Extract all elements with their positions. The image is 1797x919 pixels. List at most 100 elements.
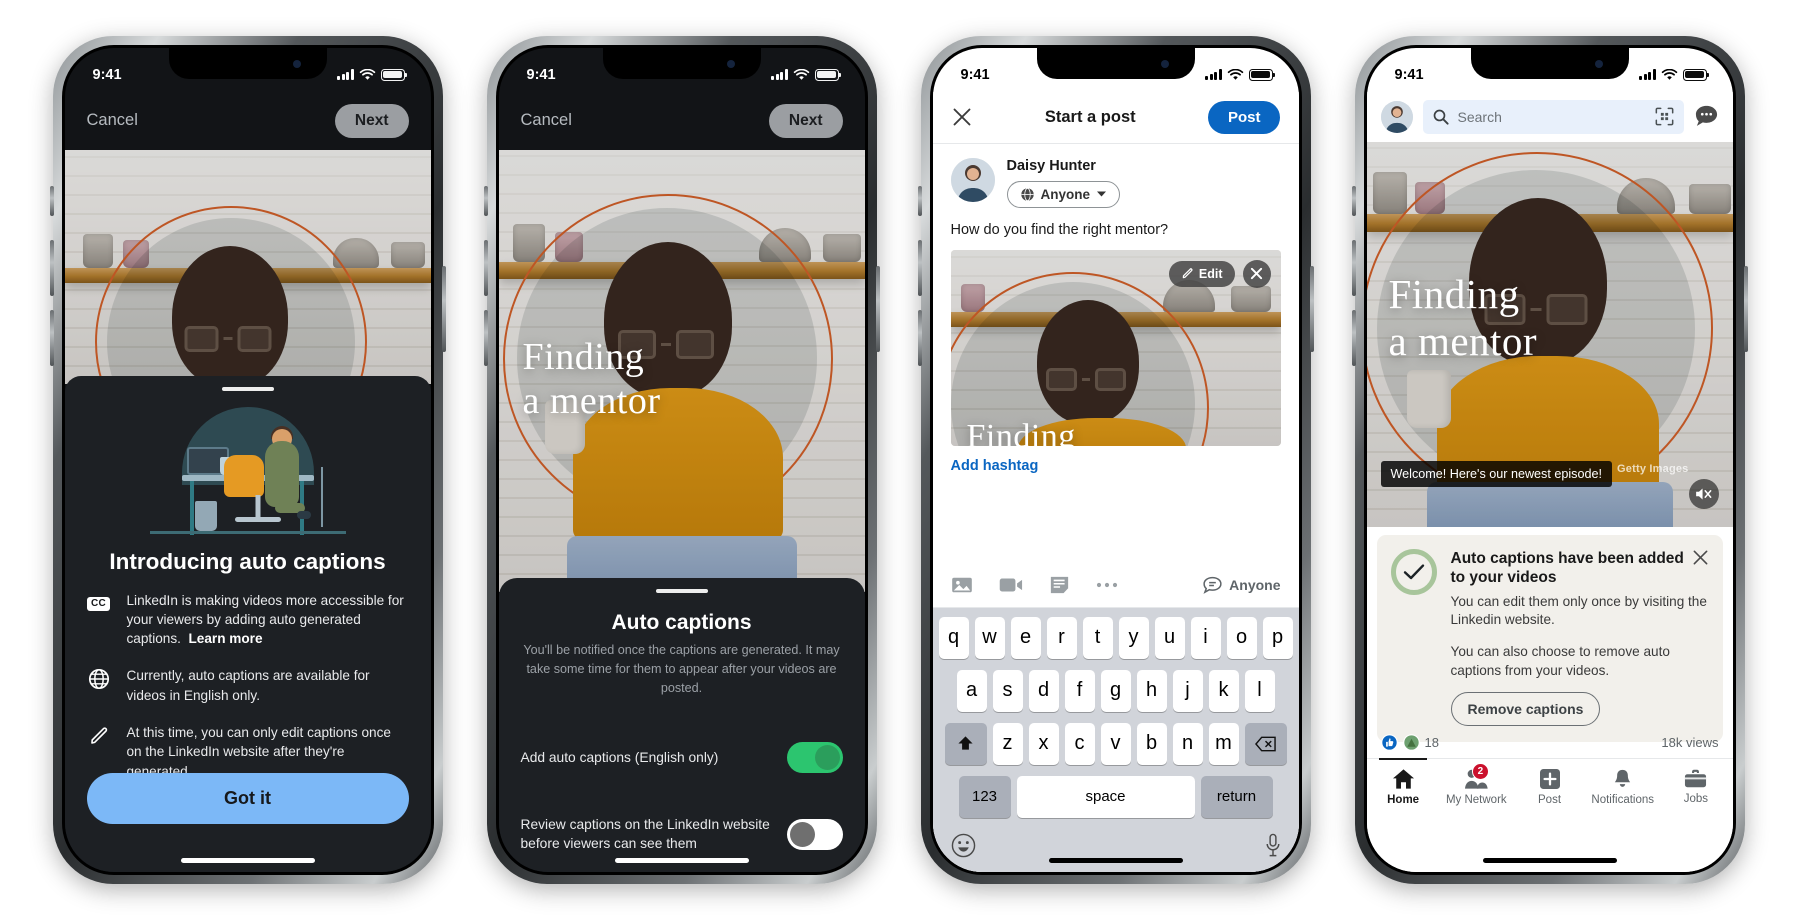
mute-button[interactable]: [1688, 478, 1719, 509]
close-x-icon[interactable]: [951, 106, 973, 128]
got-it-button[interactable]: Got it: [86, 772, 409, 824]
qr-scan-icon[interactable]: [1655, 107, 1674, 126]
mute-switch[interactable]: [917, 185, 922, 216]
search-input[interactable]: Search: [1422, 99, 1684, 134]
next-button[interactable]: Next: [768, 103, 843, 138]
key-z[interactable]: z: [992, 722, 1023, 765]
power-button[interactable]: [875, 265, 880, 352]
toolbar-audience-selector[interactable]: Anyone: [1203, 576, 1281, 594]
setting-row-review-captions[interactable]: Review captions on the LinkedIn website …: [521, 815, 843, 854]
home-indicator[interactable]: [1482, 857, 1617, 863]
key-b[interactable]: b: [1136, 722, 1167, 765]
numbers-key[interactable]: 123: [958, 775, 1011, 818]
audience-selector[interactable]: Anyone: [1006, 180, 1121, 208]
setting-row-add-auto-captions[interactable]: Add auto captions (English only): [521, 741, 843, 773]
volume-up-button[interactable]: [49, 239, 54, 296]
reactions-group[interactable]: 18: [1380, 734, 1439, 751]
status-bar: 9:41: [499, 48, 865, 92]
messaging-bubble-icon[interactable]: [1694, 104, 1719, 129]
home-indicator[interactable]: [1048, 857, 1183, 863]
avatar[interactable]: [950, 157, 995, 202]
video-camera-icon[interactable]: [999, 576, 1023, 594]
volume-down-button[interactable]: [1351, 309, 1356, 366]
document-icon[interactable]: [1049, 575, 1070, 595]
remove-captions-button[interactable]: Remove captions: [1450, 691, 1601, 726]
key-n[interactable]: n: [1172, 722, 1203, 765]
key-m[interactable]: m: [1208, 722, 1239, 765]
setting-label: Review captions on the LinkedIn website …: [520, 816, 770, 852]
edit-attachment-button[interactable]: Edit: [1168, 260, 1235, 287]
key-g[interactable]: g: [1100, 669, 1131, 712]
key-v[interactable]: v: [1100, 722, 1131, 765]
sheet-drag-handle[interactable]: [221, 386, 274, 391]
avatar[interactable]: [1380, 100, 1413, 133]
tab-my-network[interactable]: 2 My Network: [1440, 762, 1513, 806]
key-e[interactable]: e: [1010, 616, 1041, 659]
cancel-button[interactable]: Cancel: [87, 111, 138, 130]
key-o[interactable]: o: [1226, 616, 1257, 659]
key-w[interactable]: w: [974, 616, 1005, 659]
key-j[interactable]: j: [1172, 669, 1203, 712]
attached-video-thumbnail[interactable]: Finding Edit: [950, 249, 1281, 446]
more-ellipsis-icon[interactable]: [1096, 581, 1118, 589]
key-x[interactable]: x: [1028, 722, 1059, 765]
sheet-drag-handle[interactable]: [655, 588, 708, 593]
tab-post[interactable]: Post: [1513, 768, 1586, 806]
volume-down-button[interactable]: [917, 309, 922, 366]
key-h[interactable]: h: [1136, 669, 1167, 712]
next-button[interactable]: Next: [334, 103, 409, 138]
tab-jobs[interactable]: Jobs: [1659, 768, 1732, 805]
key-u[interactable]: u: [1154, 616, 1185, 659]
key-t[interactable]: t: [1082, 616, 1113, 659]
home-indicator[interactable]: [180, 857, 315, 863]
dismiss-toast-button[interactable]: [1692, 549, 1709, 571]
emoji-smiley-icon[interactable]: [951, 833, 976, 858]
backspace-key[interactable]: [1244, 722, 1287, 765]
home-indicator[interactable]: [614, 857, 749, 863]
tab-home[interactable]: Home: [1367, 768, 1440, 806]
power-button[interactable]: [1743, 265, 1748, 352]
key-k[interactable]: k: [1208, 669, 1239, 712]
post-text[interactable]: How do you find the right mentor?: [933, 208, 1299, 238]
ios-keyboard[interactable]: q w e r t y u i o p a s d f g h j k l z …: [932, 607, 1299, 872]
mute-switch[interactable]: [49, 185, 54, 216]
space-key[interactable]: space: [1016, 775, 1195, 818]
key-i[interactable]: i: [1190, 616, 1221, 659]
add-auto-captions-toggle[interactable]: [786, 741, 843, 773]
learn-more-link[interactable]: Learn more: [188, 631, 262, 646]
remove-attachment-button[interactable]: [1242, 259, 1271, 288]
power-button[interactable]: [441, 265, 446, 352]
volume-up-button[interactable]: [917, 239, 922, 296]
add-hashtag-link[interactable]: Add hashtag: [933, 446, 1299, 474]
tab-notifications[interactable]: Notifications: [1586, 768, 1659, 806]
volume-down-button[interactable]: [49, 309, 54, 366]
microphone-icon[interactable]: [1265, 833, 1281, 858]
review-captions-toggle[interactable]: [786, 818, 843, 850]
key-c[interactable]: c: [1064, 722, 1095, 765]
key-r[interactable]: r: [1046, 616, 1077, 659]
key-a[interactable]: a: [956, 669, 987, 712]
cancel-button[interactable]: Cancel: [521, 111, 572, 130]
key-q[interactable]: q: [938, 616, 969, 659]
key-d[interactable]: d: [1028, 669, 1059, 712]
pencil-icon: [1182, 268, 1193, 279]
video-preview-top[interactable]: [64, 149, 431, 384]
volume-down-button[interactable]: [483, 309, 488, 366]
composer-top-bar: Start a post Post: [932, 91, 1299, 144]
volume-up-button[interactable]: [483, 239, 488, 296]
video-preview[interactable]: Finding a mentor: [498, 149, 865, 592]
mute-switch[interactable]: [1351, 185, 1356, 216]
return-key[interactable]: return: [1200, 775, 1273, 818]
key-y[interactable]: y: [1118, 616, 1149, 659]
power-button[interactable]: [1309, 265, 1314, 352]
mute-switch[interactable]: [483, 185, 488, 216]
shift-key[interactable]: [944, 722, 987, 765]
key-p[interactable]: p: [1262, 616, 1293, 659]
volume-up-button[interactable]: [1351, 239, 1356, 296]
key-l[interactable]: l: [1244, 669, 1275, 712]
photo-icon[interactable]: [951, 575, 973, 595]
key-f[interactable]: f: [1064, 669, 1095, 712]
key-s[interactable]: s: [992, 669, 1023, 712]
feed-video-player[interactable]: Finding a mentor Getty Images Welcome! H…: [1366, 141, 1733, 527]
post-button[interactable]: Post: [1207, 100, 1281, 134]
